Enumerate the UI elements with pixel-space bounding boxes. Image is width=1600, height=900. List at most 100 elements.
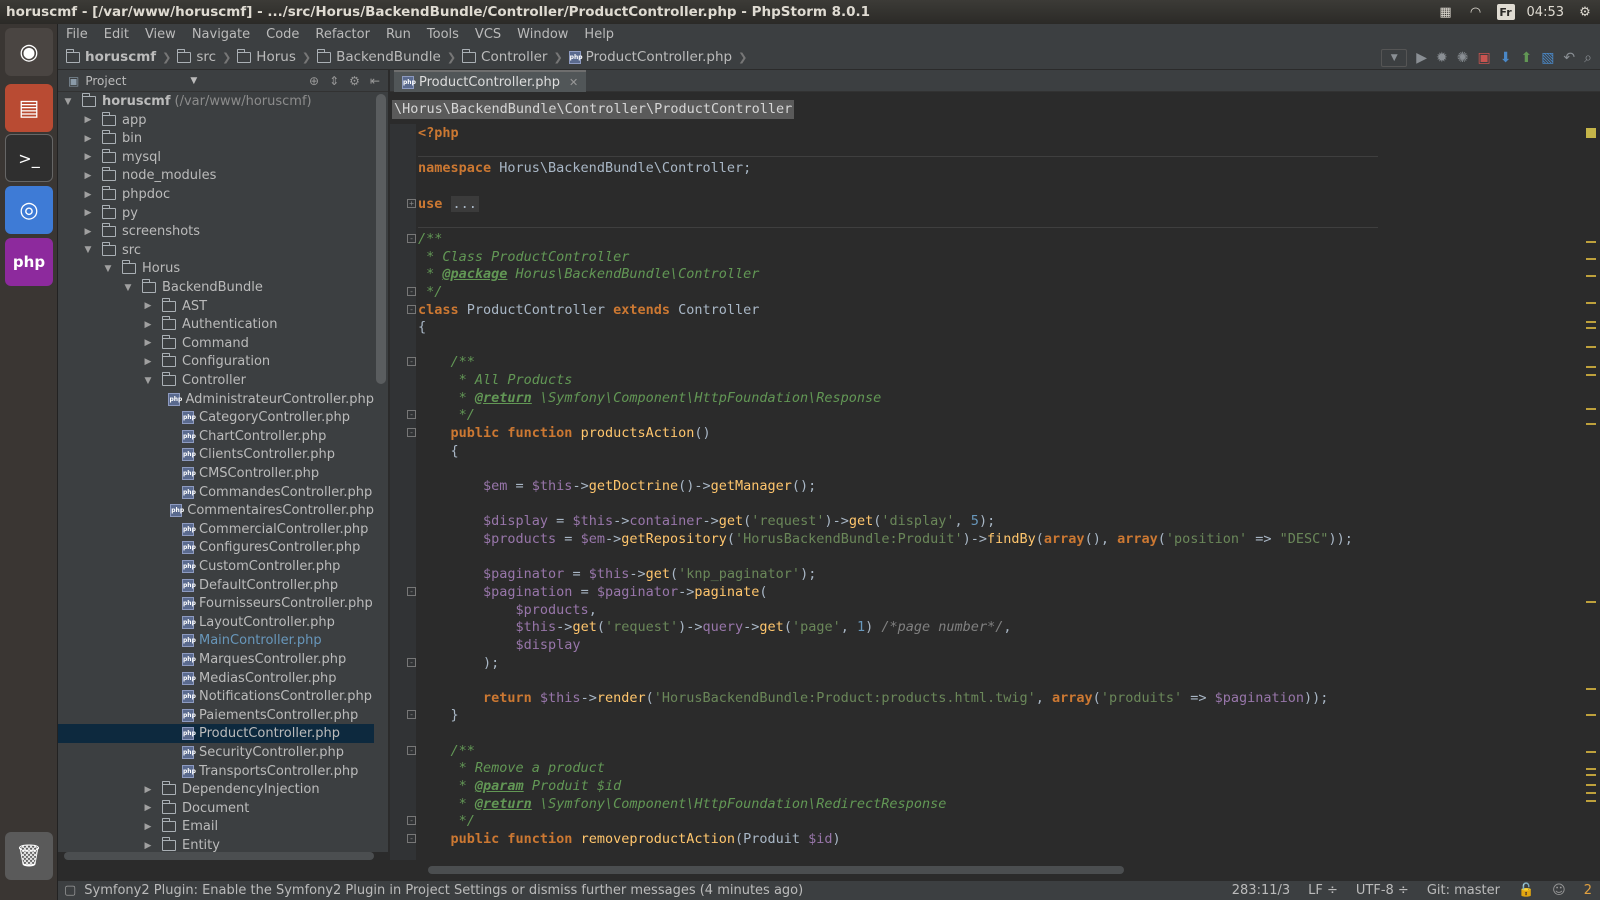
expand-arrow-icon[interactable]: ▶ (142, 301, 154, 311)
warning-marker[interactable] (1586, 751, 1596, 753)
inspection-status-icon[interactable] (1586, 128, 1596, 138)
tree-folder[interactable]: ▶ Entity (58, 836, 374, 852)
expand-arrow-icon[interactable]: ▶ (142, 841, 154, 851)
keyboard-layout-indicator[interactable]: Fr (1496, 4, 1515, 20)
code-line[interactable]: $products, (418, 601, 597, 619)
clock[interactable]: 04:53 (1527, 5, 1564, 20)
tree-file[interactable]: php MediasController.php (58, 669, 374, 688)
error-stripe[interactable] (1582, 128, 1600, 860)
warning-marker[interactable] (1586, 800, 1596, 802)
code-line[interactable]: $products = $em->getRepository('HorusBac… (418, 530, 1353, 548)
fold-toggle-icon[interactable]: - (407, 410, 416, 420)
code-line[interactable]: { (418, 318, 426, 336)
editor-horizontal-scrollbar[interactable] (428, 866, 1124, 874)
expand-arrow-icon[interactable]: ▶ (82, 152, 94, 162)
warning-marker[interactable] (1586, 366, 1596, 368)
tree-folder[interactable]: ▶ Command (58, 334, 374, 353)
tree-folder[interactable]: ▶ node_modules (58, 166, 374, 185)
line-separator[interactable]: LF ÷ (1308, 883, 1338, 898)
tree-folder[interactable]: ▼ BackendBundle (58, 278, 374, 297)
editor-tab[interactable]: php ProductController.php ✕ (394, 70, 587, 92)
code-line[interactable]: return $this->render('HorusBackendBundle… (418, 689, 1328, 707)
code-line[interactable]: * @return \Symfony\Component\HttpFoundat… (418, 795, 947, 813)
code-line[interactable]: * Remove a product (418, 759, 605, 777)
tree-folder[interactable]: ▶ screenshots (58, 222, 374, 241)
status-message[interactable]: Symfony2 Plugin: Enable the Symfony2 Plu… (84, 883, 803, 898)
tree-folder[interactable]: ▶ DependencyInjection (58, 780, 374, 799)
cursor-position[interactable]: 283:11/3 (1232, 883, 1290, 898)
code-line[interactable]: ); (418, 654, 499, 672)
fold-toggle-icon[interactable]: - (407, 816, 416, 826)
workspace-switcher-icon[interactable]: ▦ (1437, 4, 1455, 20)
tree-folder[interactable]: ▶ bin (58, 129, 374, 148)
menu-edit[interactable]: Edit (102, 27, 131, 42)
stop-icon[interactable]: ▣ (1477, 50, 1490, 66)
dash-icon[interactable]: ◉ (5, 28, 53, 76)
terminal-icon[interactable]: >_ (5, 134, 53, 182)
tree-folder[interactable]: ▼ src (58, 241, 374, 260)
expand-arrow-icon[interactable]: ▶ (142, 338, 154, 348)
status-panel-icon[interactable]: ▢ (64, 883, 76, 898)
gear-icon[interactable]: ⚙ (349, 74, 360, 88)
warning-marker[interactable] (1586, 241, 1596, 243)
tree-file[interactable]: php ConfiguresController.php (58, 538, 374, 557)
code-line[interactable]: $display (418, 636, 581, 654)
tree-file[interactable]: php NotificationsController.php (58, 687, 374, 706)
expand-arrow-icon[interactable]: ▶ (82, 171, 94, 181)
files-icon[interactable]: ▤ (5, 84, 53, 132)
menu-navigate[interactable]: Navigate (190, 27, 252, 42)
menu-view[interactable]: View (143, 27, 178, 42)
tree-scrollbar[interactable] (376, 94, 386, 384)
expand-arrow-icon[interactable]: ▶ (142, 822, 154, 832)
compare-icon[interactable]: ▧ (1541, 50, 1554, 66)
close-icon[interactable]: ✕ (569, 76, 578, 89)
warning-marker[interactable] (1586, 302, 1596, 304)
breadcrumb-item[interactable]: BackendBundle (316, 48, 441, 65)
code-line[interactable]: public function productsAction() (418, 424, 711, 442)
hide-panel-icon[interactable]: ⇤ (370, 74, 380, 88)
vcs-commit-icon[interactable]: ⬆ (1520, 50, 1532, 66)
fold-toggle-icon[interactable]: - (407, 586, 416, 596)
tree-folder[interactable]: ▶ mysql (58, 148, 374, 167)
tree-file[interactable]: php FournisseursController.php (58, 594, 374, 613)
code-line[interactable]: */ (418, 283, 442, 301)
tree-file[interactable]: php CommandesController.php (58, 483, 374, 502)
menu-refactor[interactable]: Refactor (313, 27, 372, 42)
expand-arrow-icon[interactable]: ▼ (82, 245, 94, 255)
warning-marker[interactable] (1586, 408, 1596, 410)
expand-arrow-icon[interactable]: ▶ (142, 785, 154, 795)
fold-toggle-icon[interactable]: - (407, 834, 416, 843)
tree-file[interactable]: php SecurityController.php (58, 743, 374, 762)
menu-code[interactable]: Code (264, 27, 301, 42)
tree-folder[interactable]: ▶ py (58, 204, 374, 223)
fold-toggle-icon[interactable]: + (407, 198, 416, 208)
warning-marker[interactable] (1586, 423, 1596, 425)
breadcrumb-item[interactable]: Controller (461, 48, 547, 65)
fold-toggle-icon[interactable]: - (407, 304, 416, 314)
phpstorm-icon[interactable]: php (5, 238, 53, 286)
warning-marker[interactable] (1586, 714, 1596, 716)
tree-folder[interactable]: ▼ Controller (58, 371, 374, 390)
code-line[interactable]: <?php (418, 124, 459, 142)
tree-file[interactable]: php ChartController.php (58, 427, 374, 446)
expand-arrow-icon[interactable]: ▼ (62, 97, 74, 107)
undo-icon[interactable]: ↶ (1563, 50, 1575, 66)
warning-marker[interactable] (1586, 601, 1596, 603)
warning-marker[interactable] (1586, 374, 1596, 376)
code-line[interactable]: namespace Horus\BackendBundle\Controller… (418, 159, 751, 177)
expand-arrow-icon[interactable]: ▶ (82, 115, 94, 125)
warning-marker[interactable] (1586, 768, 1596, 770)
chevron-down-icon[interactable]: ▼ (190, 76, 197, 86)
code-editor[interactable]: \Horus\BackendBundle\Controller\ProductC… (390, 92, 1600, 860)
warning-marker[interactable] (1586, 275, 1596, 277)
code-line[interactable]: * @param Produit $id (418, 777, 622, 795)
tree-file[interactable]: php CommentairesController.php (58, 501, 374, 520)
warning-marker[interactable] (1586, 792, 1596, 794)
class-breadcrumb[interactable]: \Horus\BackendBundle\Controller\ProductC… (392, 100, 795, 119)
expand-arrow-icon[interactable]: ▼ (142, 376, 154, 386)
debug-icon[interactable]: ✹ (1436, 50, 1448, 66)
code-line[interactable]: use ... (418, 195, 479, 213)
warning-marker[interactable] (1586, 774, 1596, 776)
tree-horizontal-scrollbar[interactable] (64, 852, 374, 860)
tree-file[interactable]: php PaiementsController.php (58, 706, 374, 725)
